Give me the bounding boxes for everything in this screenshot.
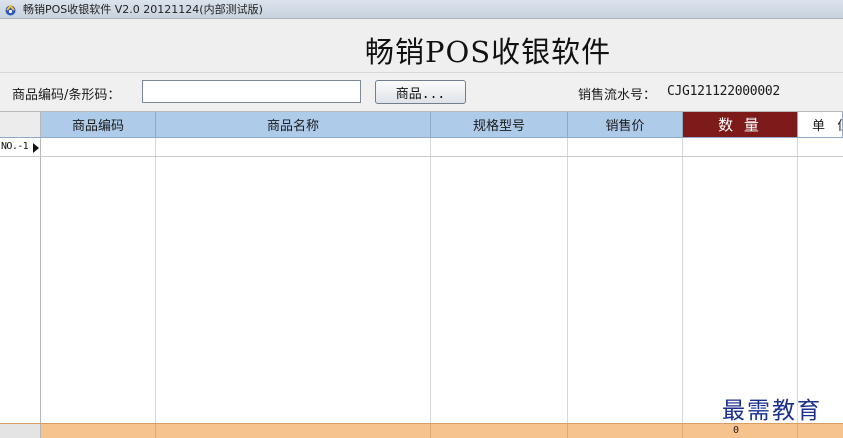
footer-divider (430, 424, 431, 438)
app-banner: 畅销POS收银软件 (0, 19, 843, 73)
banner-title: 畅销POS收银软件 (365, 35, 612, 69)
footer-divider (155, 424, 156, 438)
barcode-input[interactable] (142, 80, 361, 103)
totals-row-header (0, 424, 41, 438)
column-divider (155, 138, 156, 423)
column-divider (797, 138, 798, 423)
row-header-strip (0, 138, 41, 423)
column-header-name[interactable]: 商品名称 (156, 112, 431, 138)
footer-divider (682, 424, 683, 438)
serial-number-value: CJG121122000002 (667, 84, 780, 99)
column-header-code[interactable]: 商品编码 (41, 112, 156, 138)
footer-divider (797, 424, 798, 438)
column-header-spec[interactable]: 规格型号 (431, 112, 568, 138)
quantity-total: 0 (733, 425, 740, 436)
sales-grid[interactable]: 商品编码 商品名称 规格型号 销售价 数 量 单 位 NO.-1 0 (0, 111, 843, 438)
row-header-corner (0, 112, 41, 138)
product-lookup-button[interactable]: 商品... (375, 80, 466, 104)
watermark-text: 最需教育 (722, 398, 822, 424)
column-header-unit[interactable]: 单 位 (798, 112, 843, 138)
column-divider (567, 138, 568, 423)
barcode-label: 商品编码/条形码： (12, 88, 121, 103)
toolbar: 商品编码/条形码： 商品... 销售流水号： CJG121122000002 (0, 73, 843, 111)
window-title: 畅销POS收银软件 V2.0 20121124(内部测试版) (23, 3, 263, 16)
app-logo-icon (4, 3, 17, 16)
table-row[interactable]: NO.-1 (0, 138, 843, 157)
row-number-label: NO.-1 (1, 141, 29, 152)
column-divider (430, 138, 431, 423)
column-header-quantity[interactable]: 数 量 (683, 112, 798, 138)
column-header-price[interactable]: 销售价 (568, 112, 683, 138)
current-row-pointer-icon (33, 143, 39, 153)
serial-number-label: 销售流水号： (578, 88, 657, 103)
grid-header: 商品编码 商品名称 规格型号 销售价 数 量 单 位 (0, 112, 843, 138)
totals-row: 0 (0, 423, 843, 438)
footer-divider (567, 424, 568, 438)
column-divider (682, 138, 683, 423)
window-titlebar: 畅销POS收银软件 V2.0 20121124(内部测试版) (0, 0, 843, 19)
